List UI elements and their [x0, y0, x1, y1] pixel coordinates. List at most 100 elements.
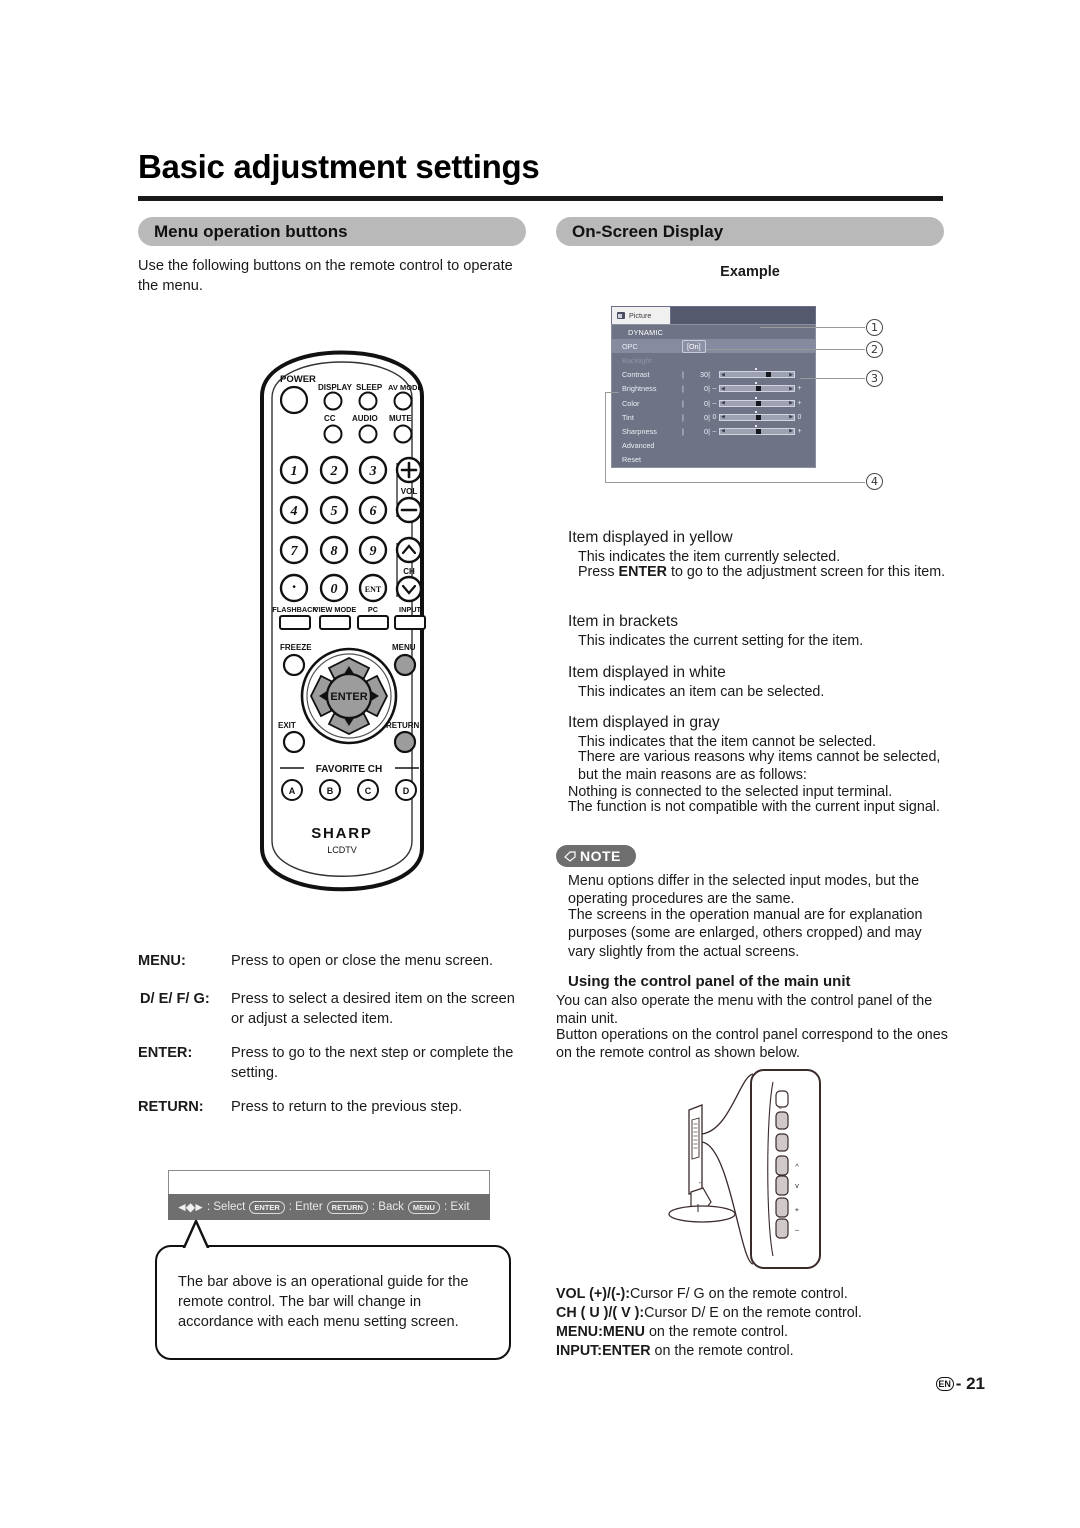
osd-label-opc: OPC	[622, 341, 638, 351]
desc-key-enter: ENTER:	[138, 1045, 193, 1061]
osd-row-opc[interactable]: OPC [On]	[612, 339, 815, 354]
callout-leader-1	[760, 327, 865, 328]
svg-text:AV MODE: AV MODE	[388, 383, 422, 392]
osd-label-color: Color	[622, 398, 640, 408]
osd-pipe-brightness: |	[682, 384, 684, 394]
osd-sign-left-tint: 0	[712, 413, 717, 421]
osd-label-advanced: Advanced	[622, 441, 655, 451]
item-text-gray-2: There are various reasons why items cann…	[578, 749, 941, 784]
desc-text-return: Press to return to the previous step.	[231, 1099, 463, 1115]
osd-slider-contrast[interactable]: ◀ ▶	[719, 368, 795, 379]
osd-row-brightness[interactable]: Brightness | 0| – ◀ ▶ +	[612, 382, 815, 396]
guide-return-keycap: RETURN	[326, 1200, 368, 1214]
intro-paragraph: Use the following buttons on the remote …	[138, 258, 513, 294]
slider-tick	[754, 368, 757, 371]
osd-slider-brightness[interactable]: ◀ ▶	[719, 382, 795, 393]
section-header-menu-operation-buttons: Menu operation buttons	[138, 217, 526, 246]
osd-mode-label: DYNAMIC	[628, 327, 664, 337]
remote-control-diagram: POWER DISPLAY SLEEP AV MODE CC AUDIO MUT…	[232, 318, 452, 918]
svg-text:CC: CC	[324, 414, 336, 423]
osd-row-sharpness[interactable]: Sharpness | 0| – ◀ ▶ +	[612, 424, 815, 438]
note-paragraph-2: The screens in the operation manual are …	[568, 907, 923, 960]
osd-sign-right-color: +	[797, 399, 802, 407]
page-footer: EN - 21	[0, 1374, 1080, 1394]
note-badge: NOTE	[556, 845, 636, 867]
desc-text-cursor: Press to select a desired item on the sc…	[231, 991, 515, 1027]
guide-enter-label: : Enter	[288, 1201, 323, 1213]
control-panel-paragraph-2: Button operations on the control panel c…	[556, 1027, 948, 1062]
svg-text:+: +	[795, 1205, 800, 1214]
osd-value-sharpness: 0|	[704, 426, 710, 436]
svg-text:·: ·	[292, 577, 296, 596]
desc-key-menu: MENU:	[138, 953, 186, 969]
svg-text:⌐: ⌐	[699, 1180, 702, 1186]
mapping-menu-key2: MENU	[602, 1324, 645, 1340]
mapping-input-key: INPUT:	[556, 1343, 603, 1359]
svg-text:AUDIO: AUDIO	[352, 414, 378, 423]
svg-text:7: 7	[291, 544, 299, 559]
slider-knob[interactable]	[755, 414, 761, 420]
callout-leader-3	[800, 378, 865, 379]
osd-tab-picture[interactable]: Picture	[611, 306, 671, 324]
osd-row-advanced[interactable]: Advanced	[612, 439, 815, 453]
callout-bubble-tail	[181, 1219, 212, 1251]
svg-text:FAVORITE CH: FAVORITE CH	[316, 764, 382, 775]
title-rule	[138, 196, 943, 201]
osd-bracket-opc: [On]	[682, 339, 706, 353]
osd-row-color[interactable]: Color | 0| – ◀ ▶ +	[612, 396, 815, 410]
svg-text:MUTE: MUTE	[389, 414, 412, 423]
svg-text:DISPLAY: DISPLAY	[318, 383, 353, 392]
callout-number-4: 4	[866, 473, 883, 490]
control-panel-heading: Using the control panel of the main unit	[568, 973, 851, 990]
slider-knob[interactable]	[755, 428, 761, 434]
item-text-yellow-2: Press ENTER to go to the adjustment scre…	[578, 564, 946, 580]
desc-key-cursor: D/ E/ F/ G:	[140, 991, 210, 1007]
osd-row-reset[interactable]: Reset	[612, 453, 815, 467]
page-number: 21	[966, 1374, 985, 1393]
svg-text:0: 0	[331, 582, 338, 597]
example-label: Example	[720, 264, 780, 280]
callout-bubble-text: The bar above is an operational guide fo…	[178, 1274, 469, 1330]
osd-label-brightness: Brightness	[622, 384, 657, 394]
slider-knob[interactable]	[765, 372, 771, 378]
svg-text:LCDTV: LCDTV	[327, 845, 357, 855]
item-text-brackets-1: This indicates the current setting for t…	[578, 633, 864, 649]
slider-knob[interactable]	[755, 400, 761, 406]
osd-row-backlight: Backlight	[612, 353, 815, 367]
footer-dash: -	[955, 1374, 967, 1393]
osd-row-tint[interactable]: Tint | 0| 0 ◀ ▶ 0	[612, 410, 815, 424]
osd-sign-left-brightness: –	[712, 385, 717, 393]
picture-icon	[617, 312, 625, 319]
osd-slider-color[interactable]: ◀ ▶	[719, 396, 795, 407]
osd-value-contrast: 30|	[699, 370, 710, 380]
mapping-input: INPUT:ENTER on the remote control.	[556, 1342, 956, 1362]
item-heading-yellow: Item displayed in yellow	[568, 529, 733, 546]
desc-key-return: RETURN:	[138, 1099, 204, 1115]
osd-screenshot: Picture DYNAMIC OPC [On] Backlight Contr…	[611, 306, 816, 468]
guide-menu-keycap: MENU	[407, 1200, 440, 1214]
guide-enter-keycap: ENTER	[249, 1200, 285, 1214]
osd-tab-label: Picture	[629, 311, 652, 320]
slider-right-arrow-icon: ▶	[789, 371, 793, 378]
callout-number-2: 2	[866, 341, 883, 358]
dpad-icon: ◄◆►	[176, 1200, 205, 1214]
svg-text:PC: PC	[368, 605, 379, 614]
svg-text:3: 3	[369, 464, 377, 479]
slider-right-arrow-icon: ▶	[789, 385, 793, 392]
svg-text:6: 6	[370, 504, 377, 519]
svg-text:VOL: VOL	[401, 487, 418, 496]
osd-label-reset: Reset	[622, 455, 642, 465]
slider-knob[interactable]	[755, 386, 761, 392]
osd-sign-right-tint: 0	[797, 413, 802, 421]
mapping-menu-text: on the remote control.	[644, 1324, 789, 1340]
osd-label-backlight: Backlight	[622, 355, 652, 365]
page-title: Basic adjustment settings	[138, 148, 540, 185]
osd-row-contrast[interactable]: Contrast | 30| ◀ ▶	[612, 368, 815, 382]
slider-tick	[754, 382, 757, 385]
svg-text:FREEZE: FREEZE	[280, 643, 312, 652]
osd-slider-tint[interactable]: ◀ ▶	[719, 410, 795, 421]
osd-sign-left-color: –	[712, 399, 717, 407]
osd-slider-sharpness[interactable]: ◀ ▶	[719, 424, 795, 435]
slider-left-arrow-icon: ◀	[721, 400, 725, 407]
osd-pipe-tint: |	[682, 412, 684, 422]
